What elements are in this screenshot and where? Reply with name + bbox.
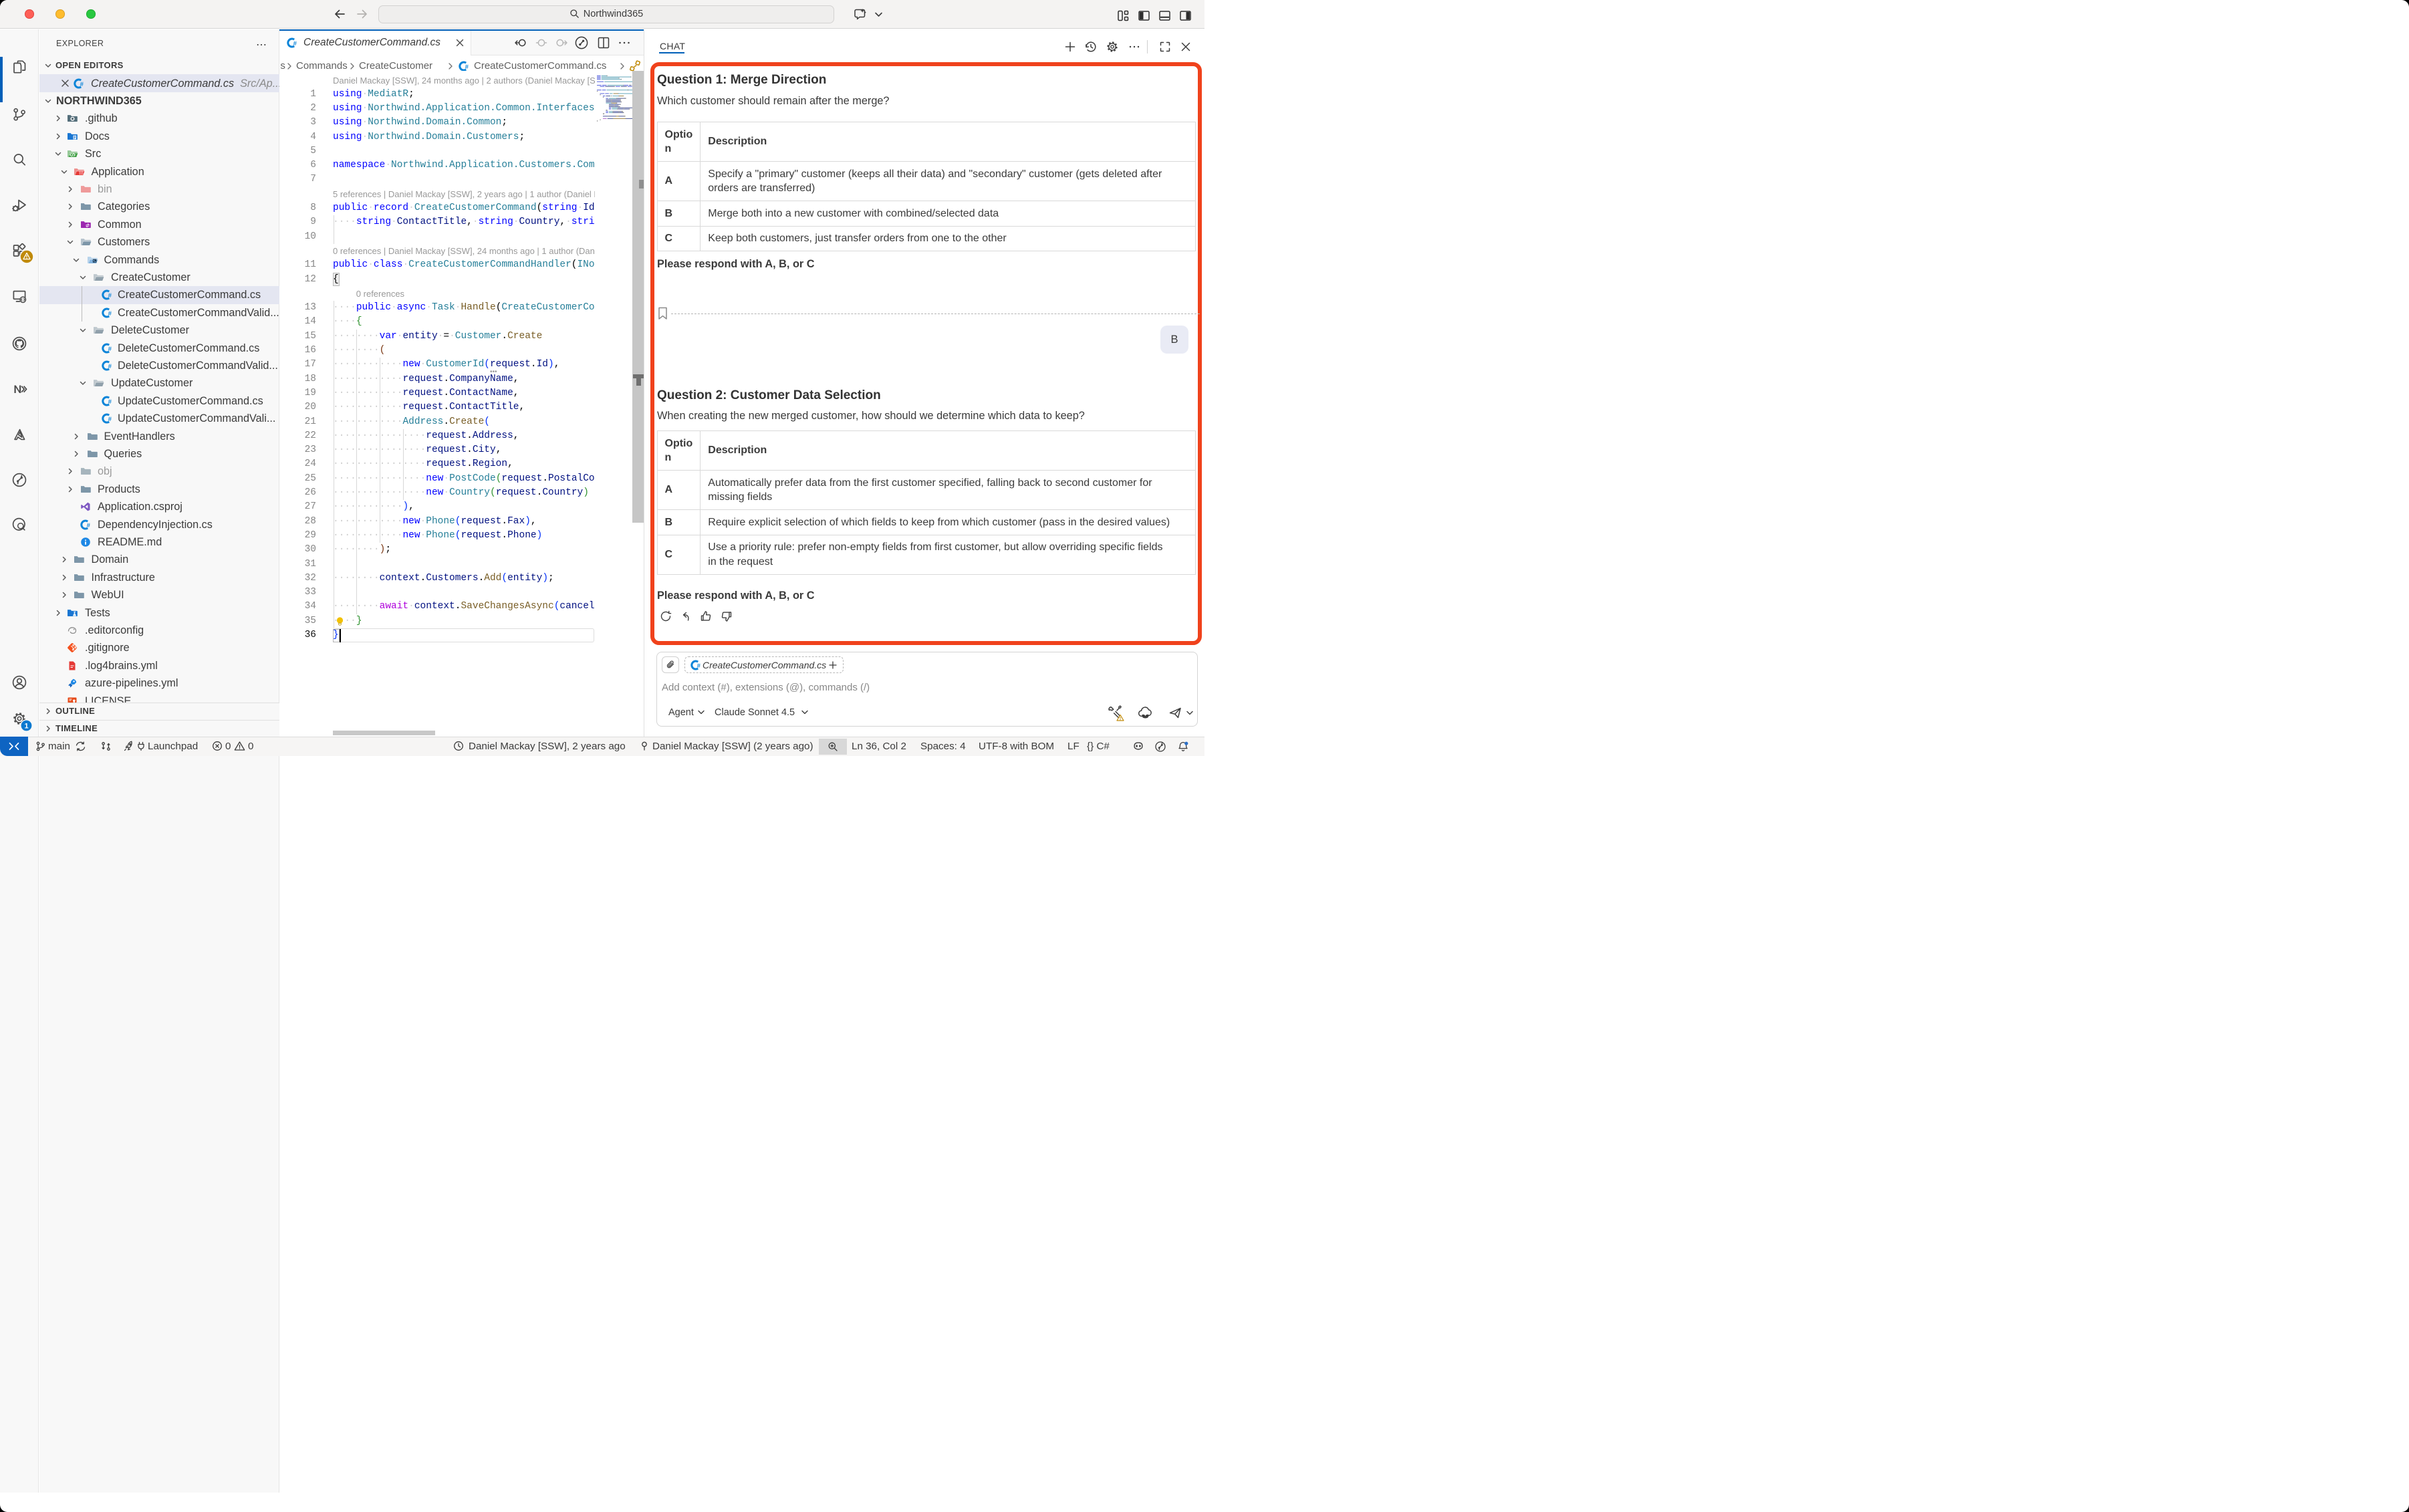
svg-text:#: # xyxy=(108,416,112,423)
svg-text:#: # xyxy=(80,81,84,88)
svg-text:#: # xyxy=(108,310,112,318)
svg-text:#: # xyxy=(465,64,469,71)
svg-text:#: # xyxy=(87,522,91,529)
svg-text:#: # xyxy=(108,346,112,353)
svg-text:#: # xyxy=(293,40,297,47)
svg-text:1: 1 xyxy=(24,722,28,730)
svg-text:#: # xyxy=(697,662,701,670)
svg-text:#: # xyxy=(108,398,112,406)
svg-text:#: # xyxy=(108,363,112,370)
svg-text:#: # xyxy=(108,293,112,300)
